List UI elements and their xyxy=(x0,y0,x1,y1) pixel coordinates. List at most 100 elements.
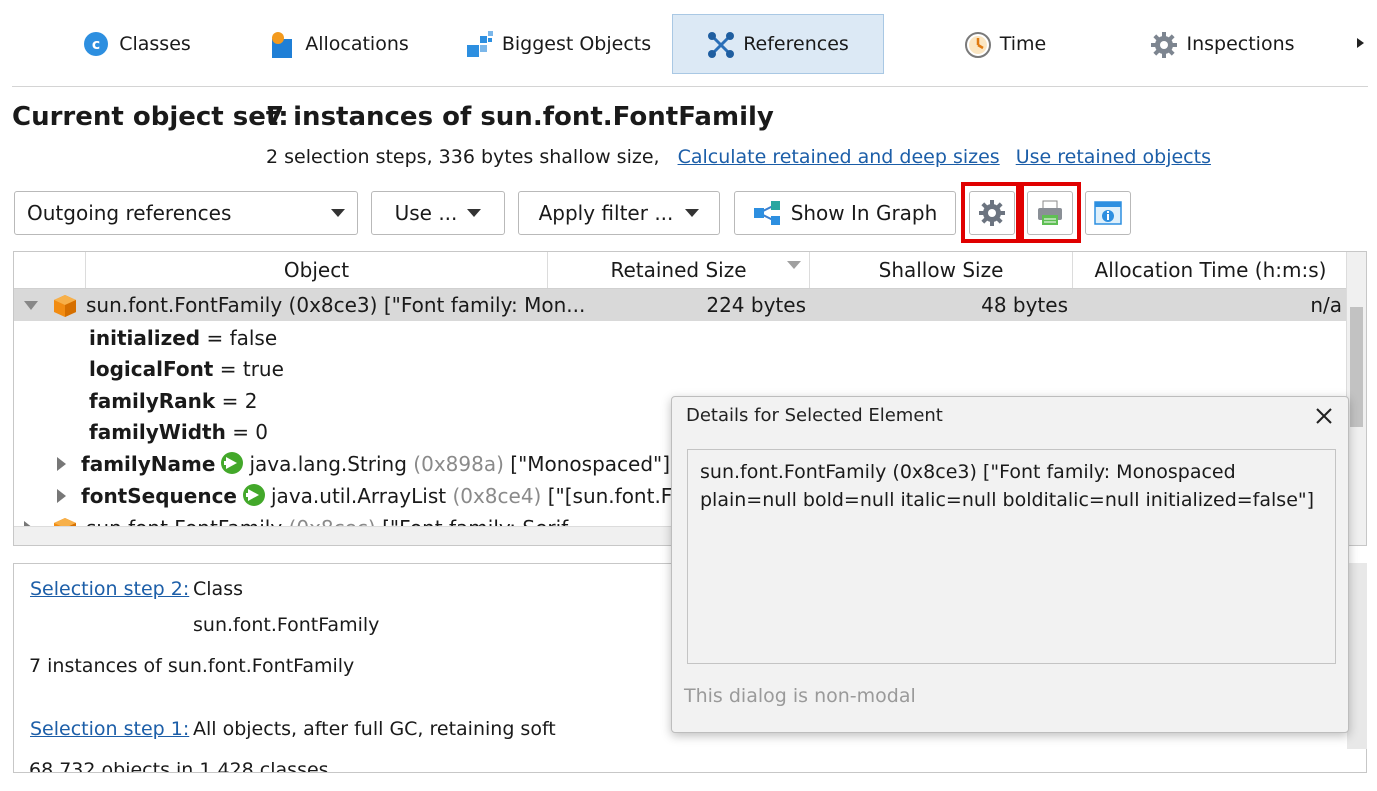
show-in-graph-label: Show In Graph xyxy=(790,201,938,225)
apply-filter-label: Apply filter ... xyxy=(538,201,674,225)
retained-size-value: 224 bytes xyxy=(706,293,806,317)
tab-label: Allocations xyxy=(305,33,409,55)
collapse-arrow-icon[interactable] xyxy=(24,301,38,310)
field-name: logicalFont xyxy=(89,357,214,381)
column-retained-size[interactable]: Retained Size xyxy=(548,252,810,288)
settings-button[interactable] xyxy=(969,191,1015,235)
field-name: familyRank xyxy=(89,389,216,413)
reference-field-name: fontSequence xyxy=(81,484,237,508)
allocations-icon xyxy=(269,31,295,58)
vertical-scrollbar[interactable] xyxy=(1346,252,1366,545)
field-value: = 0 xyxy=(232,420,269,444)
graph-icon xyxy=(753,200,783,226)
print-button[interactable] xyxy=(1027,191,1073,235)
tab-biggest-objects[interactable]: Biggest Objects xyxy=(456,14,661,74)
info-window-icon xyxy=(1094,199,1122,227)
object-cube-icon xyxy=(53,294,76,317)
reference-field-name: familyName xyxy=(81,452,216,476)
selection-step-2-link[interactable]: Selection step 2: xyxy=(30,578,189,600)
object-set-summary: 2 selection steps, 336 bytes shallow siz… xyxy=(266,146,1211,168)
outgoing-reference-icon xyxy=(221,452,244,474)
column-shallow-size[interactable]: Shallow Size xyxy=(810,252,1073,288)
apply-filter-button[interactable]: Apply filter ... xyxy=(518,191,720,235)
reference-value: ["Monospaced"] xyxy=(510,452,671,476)
tab-time[interactable]: Time xyxy=(930,14,1080,74)
tree-gutter-header xyxy=(14,252,86,288)
field-name: initialized xyxy=(89,326,201,350)
selection-step-2-detail: sun.font.FontFamily xyxy=(193,614,380,636)
steps-vertical-scrollbar[interactable] xyxy=(1347,563,1367,749)
use-retained-objects-link[interactable]: Use retained objects xyxy=(1016,146,1211,168)
tab-references[interactable]: References xyxy=(672,14,884,74)
column-object[interactable]: Object xyxy=(86,252,548,288)
chevron-down-icon xyxy=(685,209,700,217)
table-header: Object Retained Size Shallow Size Alloca… xyxy=(14,252,1348,289)
use-button-label: Use ... xyxy=(394,201,458,225)
heading-label: Current object set: xyxy=(12,102,289,132)
details-line-1: sun.font.FontFamily (0x8ce3) ["Font fami… xyxy=(700,461,1236,483)
field-name: familyWidth xyxy=(89,420,226,444)
details-text-area[interactable]: sun.font.FontFamily (0x8ce3) ["Font fami… xyxy=(687,449,1336,664)
biggest-objects-icon xyxy=(466,31,493,57)
calculate-retained-link[interactable]: Calculate retained and deep sizes xyxy=(678,146,1000,168)
field-value: = true xyxy=(219,357,284,381)
expand-arrow-icon[interactable] xyxy=(57,457,66,471)
selection-step-1-desc: All objects, after full GC, retaining so… xyxy=(193,718,556,740)
clock-icon xyxy=(964,31,991,58)
show-in-graph-button[interactable]: Show In Graph xyxy=(734,191,956,235)
tab-allocations[interactable]: Allocations xyxy=(254,14,424,74)
table-row-field[interactable]: initialized = false xyxy=(14,322,1348,354)
selection-step-2-desc: Class xyxy=(193,578,243,600)
dialog-title: Details for Selected Element xyxy=(686,405,943,426)
selection-step-1-link[interactable]: Selection step 1: xyxy=(30,718,189,740)
current-object-set-heading: Current object set: 7 instances of sun.f… xyxy=(12,102,774,132)
column-allocation-time[interactable]: Allocation Time (h:m:s) xyxy=(1073,252,1348,288)
sort-descending-icon xyxy=(787,261,801,269)
reference-type: java.lang.String xyxy=(249,452,407,476)
object-name: sun.font.FontFamily (0x8ce3) ["Font fami… xyxy=(86,293,586,317)
reference-mode-value: Outgoing references xyxy=(27,201,232,225)
scrollbar-thumb[interactable] xyxy=(1350,307,1363,427)
reference-mode-select[interactable]: Outgoing references xyxy=(14,191,358,235)
use-button[interactable]: Use ... xyxy=(371,191,505,235)
tab-label: References xyxy=(743,33,849,55)
details-dialog: Details for Selected Element sun.font.Fo… xyxy=(671,396,1349,733)
shallow-size-value: 48 bytes xyxy=(981,293,1068,317)
table-row-field[interactable]: logicalFont = true xyxy=(14,353,1348,385)
tab-label: Time xyxy=(999,33,1047,55)
tab-label: Biggest Objects xyxy=(501,33,652,55)
column-retained-size-label: Retained Size xyxy=(610,258,747,282)
tab-classes[interactable]: c Classes xyxy=(52,14,222,74)
table-row-root-selected[interactable]: sun.font.FontFamily (0x8ce3) ["Font fami… xyxy=(14,289,1348,321)
heading-value: 7 instances of sun.font.FontFamily xyxy=(266,102,774,132)
selection-step-2-result: 7 instances of sun.font.FontFamily xyxy=(29,655,355,677)
details-button[interactable] xyxy=(1085,191,1131,235)
details-line-2: plain=null bold=null italic=null boldita… xyxy=(700,489,1315,511)
tab-inspections[interactable]: Inspections xyxy=(1135,14,1310,74)
reference-id: (0x898a) xyxy=(413,452,504,476)
expand-arrow-icon[interactable] xyxy=(57,489,66,503)
close-icon[interactable] xyxy=(1313,405,1335,427)
references-icon xyxy=(707,31,735,58)
summary-text: 2 selection steps, 336 bytes shallow siz… xyxy=(266,146,660,168)
printer-icon xyxy=(1036,199,1064,227)
allocation-time-value: n/a xyxy=(1310,293,1342,317)
dialog-footer-note: This dialog is non-modal xyxy=(684,685,916,707)
gear-icon xyxy=(1150,31,1178,58)
chevron-down-icon xyxy=(331,209,345,217)
classes-icon: c xyxy=(83,31,109,57)
view-tab-bar: c Classes Allocations Biggest Objects Re… xyxy=(0,0,1377,88)
selection-step-1-result: 68,732 objects in 1,428 classes xyxy=(29,759,329,773)
more-tabs-arrow-icon[interactable] xyxy=(1357,38,1364,48)
gear-icon xyxy=(978,199,1006,227)
chevron-down-icon xyxy=(467,209,482,217)
field-value: = 2 xyxy=(221,389,258,413)
tab-label: Inspections xyxy=(1186,33,1295,55)
tabbar-divider xyxy=(12,86,1368,87)
reference-type: java.util.ArrayList xyxy=(271,484,447,508)
svg-text:c: c xyxy=(92,37,100,53)
tab-label: Classes xyxy=(119,33,191,55)
reference-id: (0x8ce4) xyxy=(452,484,542,508)
field-value: = false xyxy=(206,326,278,350)
outgoing-reference-icon xyxy=(243,484,265,506)
